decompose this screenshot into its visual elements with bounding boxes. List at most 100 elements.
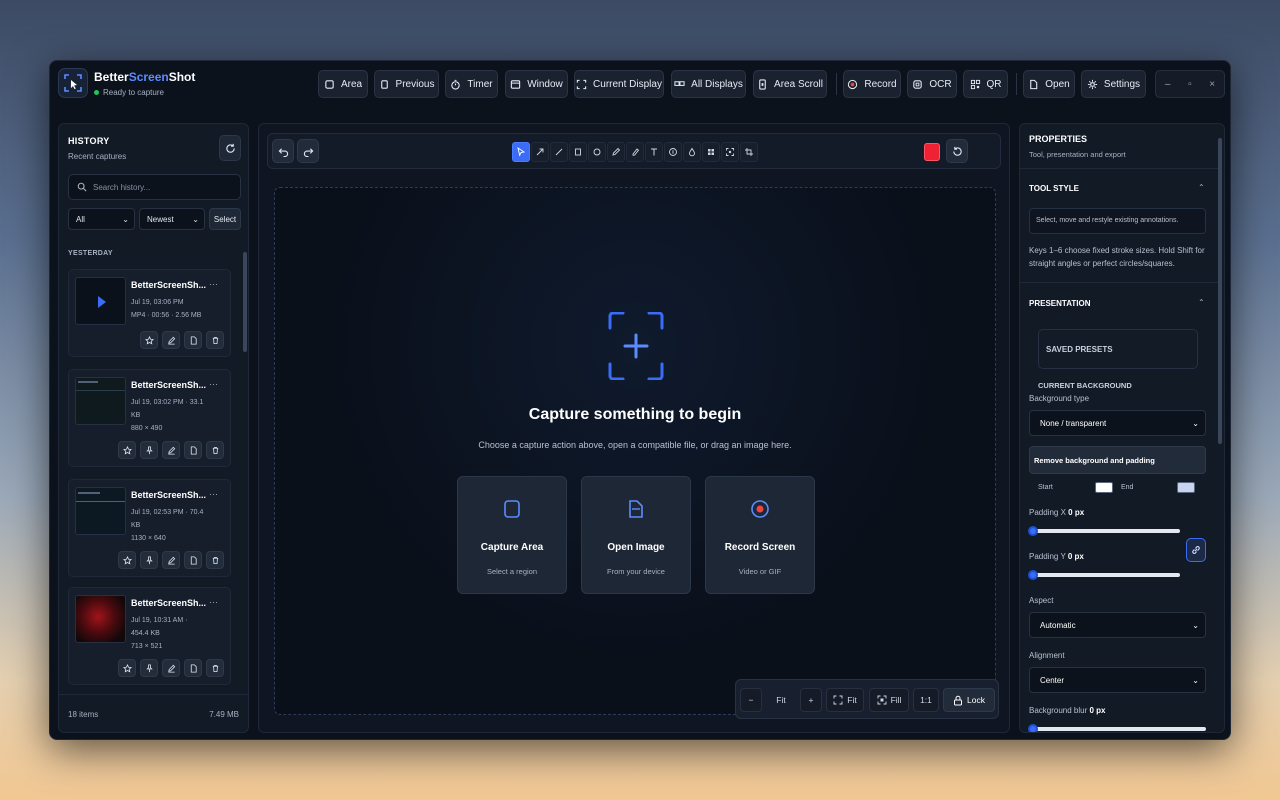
slider-handle[interactable] bbox=[1028, 570, 1038, 580]
remove-background-button[interactable]: Remove background and padding bbox=[1029, 446, 1206, 474]
edit-button[interactable] bbox=[162, 331, 180, 349]
pin-button[interactable] bbox=[140, 659, 158, 677]
search-input[interactable] bbox=[93, 182, 233, 192]
history-sort-select[interactable]: Newest ⌄ bbox=[139, 208, 205, 230]
properties-scrollbar[interactable] bbox=[1218, 138, 1222, 444]
step-counter-tool[interactable] bbox=[664, 142, 682, 162]
maximize-button[interactable]: ▫ bbox=[1188, 79, 1192, 90]
item-more-button[interactable]: ··· bbox=[209, 489, 218, 499]
history-item[interactable]: BetterScreenSh... ··· Jul 19, 10:31 AM ·… bbox=[68, 587, 231, 685]
slider-handle[interactable] bbox=[1028, 724, 1038, 732]
delete-button[interactable] bbox=[206, 659, 224, 677]
aspect-select[interactable]: Automatic ⌄ bbox=[1029, 612, 1206, 638]
fill-button[interactable]: Fill bbox=[869, 688, 909, 712]
undo-button[interactable] bbox=[272, 139, 294, 163]
pixelate-tool[interactable] bbox=[702, 142, 720, 162]
reset-style-button[interactable] bbox=[946, 139, 968, 163]
rectangle-tool[interactable] bbox=[569, 142, 587, 162]
tool-style-header[interactable]: TOOL STYLE bbox=[1029, 184, 1079, 193]
pin-button[interactable] bbox=[140, 441, 158, 459]
favorite-button[interactable] bbox=[118, 551, 136, 569]
minimize-button[interactable]: – bbox=[1165, 79, 1171, 90]
fit-button[interactable]: Fit bbox=[826, 688, 864, 712]
capture-area-card[interactable]: Capture Area Select a region bbox=[457, 476, 567, 594]
drop-zone-canvas[interactable]: Capture something to begin Choose a capt… bbox=[274, 187, 996, 715]
status-dot-icon bbox=[94, 90, 99, 95]
pin-button[interactable] bbox=[140, 551, 158, 569]
lock-zoom-button[interactable]: Lock bbox=[943, 688, 995, 712]
open-folder-button[interactable] bbox=[184, 441, 202, 459]
capture-area-button[interactable]: Area bbox=[318, 70, 368, 98]
crop-tool[interactable] bbox=[740, 142, 758, 162]
padding-y-slider[interactable] bbox=[1028, 570, 1180, 580]
zoom-out-button[interactable]: − bbox=[740, 688, 762, 712]
capture-timer-button[interactable]: Timer bbox=[445, 70, 498, 98]
stroke-color-swatch[interactable] bbox=[924, 143, 940, 161]
highlighter-tool[interactable] bbox=[626, 142, 644, 162]
delete-button[interactable] bbox=[206, 441, 224, 459]
history-filter-select[interactable]: All ⌄ bbox=[68, 208, 135, 230]
chevron-up-icon[interactable]: ⌃ bbox=[1198, 183, 1205, 192]
edit-button[interactable] bbox=[162, 659, 180, 677]
qr-button[interactable]: QR bbox=[963, 70, 1008, 98]
saved-presets[interactable]: SAVED PRESETS bbox=[1038, 329, 1198, 369]
open-folder-button[interactable] bbox=[184, 331, 202, 349]
capture-area-scroll-button[interactable]: Area Scroll bbox=[753, 70, 827, 98]
capture-all-displays-button[interactable]: All Displays bbox=[671, 70, 746, 98]
open-folder-button[interactable] bbox=[184, 659, 202, 677]
redo-button[interactable] bbox=[297, 139, 319, 163]
item-more-button[interactable]: ··· bbox=[209, 379, 218, 389]
select-tool[interactable] bbox=[512, 142, 530, 162]
actual-size-button[interactable]: 1:1 bbox=[913, 688, 939, 712]
refresh-history-button[interactable] bbox=[219, 135, 241, 161]
favorite-button[interactable] bbox=[140, 331, 158, 349]
pen-tool[interactable] bbox=[607, 142, 625, 162]
open-image-card[interactable]: Open Image From your device bbox=[581, 476, 691, 594]
lock-icon bbox=[954, 695, 963, 705]
padding-x-slider[interactable] bbox=[1028, 526, 1180, 536]
alignment-select[interactable]: Center ⌄ bbox=[1029, 667, 1206, 693]
star-icon bbox=[144, 335, 154, 345]
history-item[interactable]: BetterScreenSh... ··· Jul 19, 02:53 PM ·… bbox=[68, 479, 231, 577]
edit-button[interactable] bbox=[162, 441, 180, 459]
blur-tool[interactable] bbox=[683, 142, 701, 162]
arrow-tool[interactable] bbox=[531, 142, 549, 162]
record-button[interactable]: Record bbox=[843, 70, 901, 98]
background-type-select[interactable]: None / transparent ⌄ bbox=[1029, 410, 1206, 436]
capture-previous-button[interactable]: Previous bbox=[374, 70, 439, 98]
history-item[interactable]: BetterScreenSh... ··· Jul 19, 03:06 PM MP… bbox=[68, 269, 231, 357]
open-file-button[interactable]: Open bbox=[1023, 70, 1075, 98]
history-item[interactable]: BetterScreenSh... ··· Jul 19, 03:02 PM ·… bbox=[68, 369, 231, 467]
item-more-button[interactable]: ··· bbox=[209, 597, 218, 607]
chevron-up-icon[interactable]: ⌃ bbox=[1198, 298, 1205, 307]
link-padding-button[interactable] bbox=[1186, 538, 1206, 562]
settings-button[interactable]: Settings bbox=[1081, 70, 1146, 98]
arrow-icon bbox=[536, 148, 544, 156]
gradient-end-color[interactable] bbox=[1177, 482, 1195, 493]
zoom-in-button[interactable]: + bbox=[800, 688, 822, 712]
ocr-button[interactable]: OCR bbox=[907, 70, 957, 98]
presentation-header[interactable]: PRESENTATION bbox=[1029, 299, 1090, 308]
history-scrollbar[interactable] bbox=[243, 252, 247, 352]
record-screen-card[interactable]: Record Screen Video or GIF bbox=[705, 476, 815, 594]
text-tool[interactable] bbox=[645, 142, 663, 162]
gradient-start-color[interactable] bbox=[1095, 482, 1113, 493]
text-icon bbox=[651, 148, 657, 156]
delete-button[interactable] bbox=[206, 551, 224, 569]
spotlight-tool[interactable] bbox=[721, 142, 739, 162]
zoom-fit-label[interactable]: Fit bbox=[766, 688, 796, 712]
close-button[interactable]: × bbox=[1209, 79, 1215, 90]
select-mode-button[interactable]: Select bbox=[209, 208, 241, 230]
favorite-button[interactable] bbox=[118, 659, 136, 677]
edit-button[interactable] bbox=[162, 551, 180, 569]
capture-window-button[interactable]: Window bbox=[505, 70, 568, 98]
favorite-button[interactable] bbox=[118, 441, 136, 459]
ellipse-tool[interactable] bbox=[588, 142, 606, 162]
background-blur-slider[interactable] bbox=[1028, 724, 1206, 732]
delete-button[interactable] bbox=[206, 331, 224, 349]
line-tool[interactable] bbox=[550, 142, 568, 162]
open-folder-button[interactable] bbox=[184, 551, 202, 569]
slider-handle[interactable] bbox=[1028, 526, 1038, 536]
item-more-button[interactable]: ··· bbox=[209, 279, 218, 289]
capture-current-display-button[interactable]: Current Display bbox=[574, 70, 664, 98]
